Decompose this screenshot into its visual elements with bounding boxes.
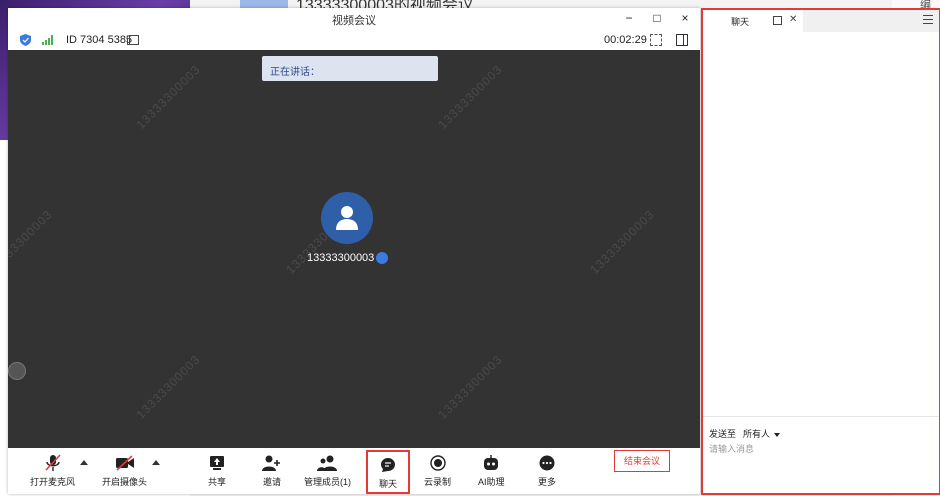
user-icon bbox=[336, 206, 358, 230]
minimize-button[interactable]: − bbox=[622, 11, 636, 25]
watermark: 13333300003 bbox=[435, 62, 506, 132]
maximize-button[interactable]: □ bbox=[650, 11, 664, 25]
message-input[interactable] bbox=[709, 441, 929, 457]
meeting-window: 视频会议 − □ × ID 7304 5385 00:02:29 正在讲话： 1… bbox=[8, 8, 700, 494]
watermark: 13333300003 bbox=[133, 352, 204, 422]
mic-label: 打开麦克风 bbox=[30, 477, 76, 487]
dropdown-arrow-icon bbox=[774, 432, 781, 437]
meeting-info-bar: ID 7304 5385 00:02:29 bbox=[8, 30, 700, 50]
chat-compose-area: 发送至 所有人 bbox=[703, 416, 939, 493]
camera-label: 开启摄像头 bbox=[102, 477, 148, 487]
mic-options-chevron-icon[interactable] bbox=[80, 460, 88, 465]
network-signal-icon[interactable] bbox=[42, 35, 53, 45]
window-controls: − □ × bbox=[622, 11, 692, 25]
recipient-value: 所有人 bbox=[743, 429, 771, 439]
close-button[interactable]: × bbox=[678, 11, 692, 25]
share-screen-icon bbox=[210, 456, 224, 470]
more-button[interactable]: 更多 bbox=[538, 454, 556, 488]
record-icon bbox=[429, 455, 446, 471]
end-meeting-button[interactable]: 结束会议 bbox=[614, 450, 670, 472]
title-bar: 视频会议 − □ × bbox=[8, 8, 700, 30]
camera-off-icon bbox=[115, 455, 134, 471]
fullscreen-icon[interactable] bbox=[650, 34, 662, 46]
watermark: 13333300003 bbox=[435, 352, 506, 422]
bottom-toolbar: 打开麦克风 开启摄像头 共享 邀请 管理成员(1) 聊天 云录制 AI助理 更多 bbox=[8, 448, 700, 494]
chat-tab[interactable]: 聊天 ✕ bbox=[703, 10, 803, 32]
close-chat-icon[interactable]: ✕ bbox=[789, 14, 797, 25]
watermark: 13333300003 bbox=[133, 62, 204, 132]
floating-chat-icon[interactable] bbox=[8, 362, 26, 380]
more-label: 更多 bbox=[538, 477, 557, 487]
chat-icon bbox=[381, 458, 395, 472]
more-icon bbox=[539, 455, 555, 471]
ai-assistant-button[interactable]: AI助理 bbox=[478, 454, 505, 488]
watermark: 13333300003 bbox=[8, 207, 56, 277]
video-stage: 正在讲话： 13333300003 13333300003 1333330000… bbox=[8, 50, 700, 448]
watermark: 13333300003 bbox=[587, 207, 658, 277]
ai-label: AI助理 bbox=[478, 477, 505, 487]
speaking-label: 正在讲话： bbox=[270, 67, 320, 78]
chat-panel-header: 聊天 ✕ bbox=[703, 10, 939, 32]
participant-avatar[interactable] bbox=[321, 192, 373, 244]
speaking-indicator: 正在讲话： bbox=[262, 56, 438, 81]
members-icon bbox=[316, 455, 337, 471]
add-user-icon bbox=[262, 455, 280, 471]
chat-menu-icon[interactable] bbox=[923, 15, 933, 27]
recipient-select[interactable]: 所有人 bbox=[743, 427, 781, 440]
members-label: 管理成员(1) bbox=[304, 477, 351, 487]
pop-out-icon[interactable] bbox=[773, 16, 782, 25]
camera-button[interactable]: 开启摄像头 bbox=[102, 454, 147, 488]
participant-name: 13333300003 bbox=[307, 252, 375, 264]
manage-members-button[interactable]: 管理成员(1) bbox=[304, 454, 351, 488]
share-button[interactable]: 共享 bbox=[208, 454, 226, 488]
cloud-record-button[interactable]: 云录制 bbox=[424, 454, 451, 488]
window-title: 视频会议 bbox=[332, 15, 376, 27]
chat-panel: 聊天 ✕ 发送至 所有人 bbox=[701, 8, 940, 495]
security-shield-icon[interactable] bbox=[20, 34, 31, 46]
invite-label: 邀请 bbox=[262, 477, 281, 487]
invite-button[interactable]: 邀请 bbox=[262, 454, 282, 488]
mic-muted-icon bbox=[44, 454, 61, 471]
layout-icon[interactable] bbox=[676, 34, 688, 46]
copy-icon[interactable] bbox=[127, 35, 139, 45]
chat-label: 聊天 bbox=[378, 479, 397, 489]
record-label: 云录制 bbox=[424, 477, 452, 487]
chat-tab-label: 聊天 bbox=[731, 17, 750, 27]
camera-options-chevron-icon[interactable] bbox=[152, 460, 160, 465]
share-label: 共享 bbox=[208, 477, 227, 487]
chat-button[interactable]: 聊天 bbox=[366, 450, 410, 494]
meeting-id: ID 7304 5385 bbox=[66, 34, 133, 46]
mic-button[interactable]: 打开麦克风 bbox=[30, 454, 75, 488]
host-badge-icon bbox=[376, 252, 388, 264]
send-to-label: 发送至 bbox=[709, 429, 737, 439]
meeting-timer: 00:02:29 bbox=[604, 34, 647, 46]
robot-icon bbox=[484, 455, 499, 470]
